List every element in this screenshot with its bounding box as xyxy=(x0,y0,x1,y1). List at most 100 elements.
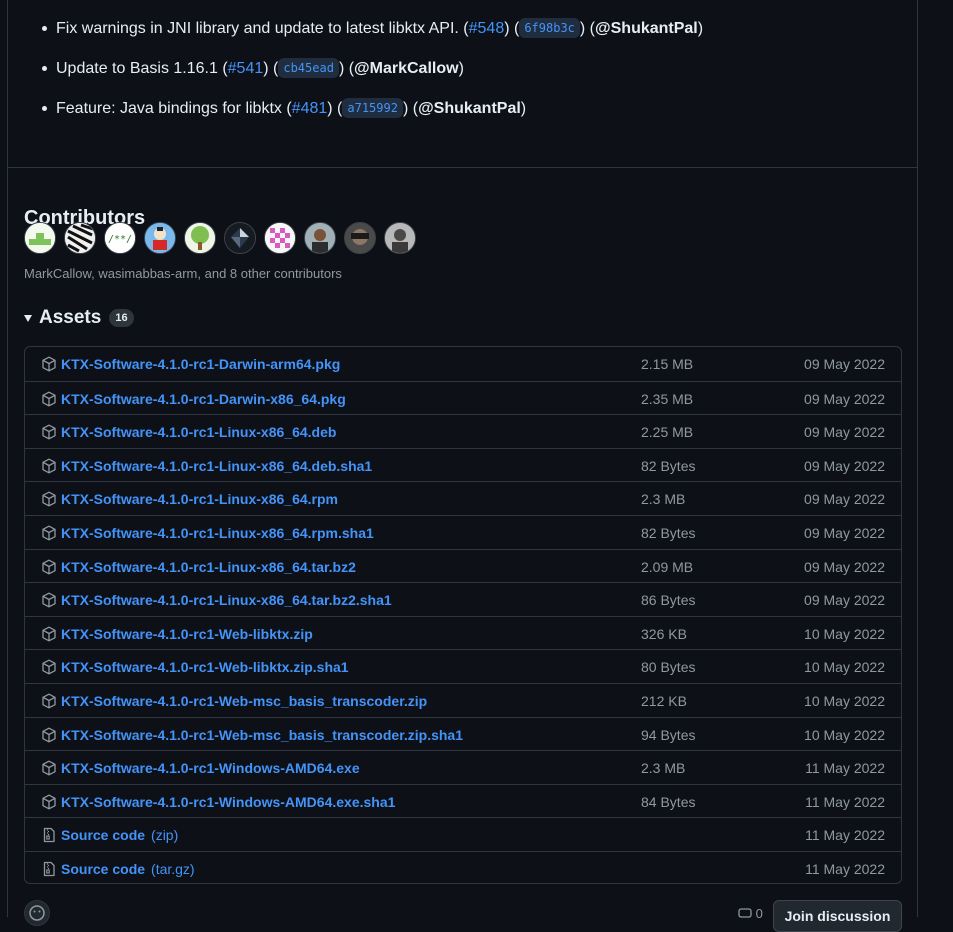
smiley-icon xyxy=(29,905,45,921)
package-icon xyxy=(41,659,57,675)
asset-extension: (tar.gz) xyxy=(151,860,195,877)
asset-download-link[interactable]: KTX-Software-4.1.0-rc1-Linux-x86_64.deb xyxy=(61,423,336,441)
asset-download-link[interactable]: Source code (zip) xyxy=(61,826,178,844)
asset-name: KTX-Software-4.1.0-rc1-Windows-AMD64.exe… xyxy=(61,793,396,810)
package-icon xyxy=(41,458,57,474)
assets-count-badge: 16 xyxy=(109,309,134,327)
avatar[interactable] xyxy=(304,222,336,254)
caret-down-icon xyxy=(24,314,32,322)
asset-size: 326 KB xyxy=(641,625,687,642)
asset-download-link[interactable]: KTX-Software-4.1.0-rc1-Web-msc_basis_tra… xyxy=(61,692,427,710)
author-mention[interactable]: @MarkCallow xyxy=(354,60,459,77)
asset-date: 09 May 2022 xyxy=(804,524,885,541)
asset-name: KTX-Software-4.1.0-rc1-Linux-x86_64.deb.… xyxy=(61,457,373,474)
asset-date: 09 May 2022 xyxy=(804,592,885,609)
release-note-item: Update to Basis 1.16.1 (#541) (cb45ead) … xyxy=(42,58,464,78)
asset-download-link[interactable]: KTX-Software-4.1.0-rc1-Linux-x86_64.rpm xyxy=(61,490,338,508)
note-text: Update to Basis 1.16.1 ( xyxy=(56,60,228,77)
asset-name: KTX-Software-4.1.0-rc1-Linux-x86_64.deb xyxy=(61,424,337,441)
avatar[interactable] xyxy=(224,222,256,254)
asset-download-link[interactable]: KTX-Software-4.1.0-rc1-Linux-x86_64.tar.… xyxy=(61,591,392,609)
release-notes: Fix warnings in JNI library and update t… xyxy=(8,0,918,168)
asset-download-link[interactable]: KTX-Software-4.1.0-rc1-Linux-x86_64.tar.… xyxy=(61,558,356,576)
asset-size: 2.25 MB xyxy=(641,424,694,441)
commit-sha[interactable]: a715992 xyxy=(342,98,403,118)
note-text: Fix warnings in JNI library and update t… xyxy=(56,20,469,37)
asset-row: KTX-Software-4.1.0-rc1-Linux-x86_64.tar.… xyxy=(25,548,901,583)
avatar[interactable]: /**/ xyxy=(104,222,136,254)
asset-name: KTX-Software-4.1.0-rc1-Linux-x86_64.rpm.… xyxy=(61,524,374,541)
join-discussion-button[interactable]: Join discussion xyxy=(773,900,902,932)
asset-size: 212 KB xyxy=(641,692,687,709)
asset-name: KTX-Software-4.1.0-rc1-Darwin-x86_64.pkg xyxy=(61,390,346,407)
asset-name: KTX-Software-4.1.0-rc1-Linux-x86_64.rpm xyxy=(61,491,338,508)
asset-row: KTX-Software-4.1.0-rc1-Web-msc_basis_tra… xyxy=(25,682,901,717)
asset-date: 09 May 2022 xyxy=(804,424,885,441)
avatar[interactable] xyxy=(64,222,96,254)
assets-heading: Assets xyxy=(39,307,102,328)
asset-download-link[interactable]: KTX-Software-4.1.0-rc1-Web-libktx.zip xyxy=(61,625,313,643)
asset-download-link[interactable]: KTX-Software-4.1.0-rc1-Linux-x86_64.rpm.… xyxy=(61,524,374,542)
asset-download-link[interactable]: KTX-Software-4.1.0-rc1-Web-libktx.zip.sh… xyxy=(61,658,349,676)
asset-size: 82 Bytes xyxy=(641,524,696,541)
author-mention[interactable]: @ShukantPal xyxy=(595,20,698,37)
asset-download-link[interactable]: KTX-Software-4.1.0-rc1-Windows-AMD64.exe… xyxy=(61,793,395,811)
author-mention[interactable]: @ShukantPal xyxy=(418,100,521,117)
package-icon xyxy=(41,592,57,608)
commit-sha[interactable]: 6f98b3c xyxy=(519,18,580,38)
asset-row: KTX-Software-4.1.0-rc1-Darwin-x86_64.pkg… xyxy=(25,380,901,415)
asset-name: KTX-Software-4.1.0-rc1-Web-libktx.zip.sh… xyxy=(61,659,349,676)
contributors-summary: MarkCallow, wasimabbas-arm, and 8 other … xyxy=(24,266,342,281)
package-icon xyxy=(41,727,57,743)
asset-download-link[interactable]: KTX-Software-4.1.0-rc1-Windows-AMD64.exe xyxy=(61,759,360,777)
asset-date: 11 May 2022 xyxy=(805,793,885,810)
comment-icon xyxy=(738,908,752,918)
asset-date: 11 May 2022 xyxy=(805,760,885,777)
avatar[interactable] xyxy=(384,222,416,254)
asset-download-link[interactable]: KTX-Software-4.1.0-rc1-Darwin-arm64.pkg xyxy=(61,355,340,373)
asset-date: 11 May 2022 xyxy=(805,860,885,877)
release-note-item: Feature: Java bindings for libktx (#481)… xyxy=(41,98,527,118)
asset-size: 80 Bytes xyxy=(641,659,696,676)
asset-date: 10 May 2022 xyxy=(804,625,885,642)
pr-link[interactable]: #548 xyxy=(469,20,505,37)
asset-name: KTX-Software-4.1.0-rc1-Linux-x86_64.tar.… xyxy=(61,592,392,609)
package-icon xyxy=(41,356,57,372)
asset-size: 2.35 MB xyxy=(641,390,694,407)
asset-date: 09 May 2022 xyxy=(804,558,885,575)
avatar[interactable] xyxy=(344,222,376,254)
file-zip-icon xyxy=(41,861,57,877)
asset-date: 09 May 2022 xyxy=(804,491,885,508)
package-icon xyxy=(41,794,57,810)
asset-size: 84 Bytes xyxy=(641,793,696,810)
avatar[interactable] xyxy=(264,222,296,254)
assets-toggle[interactable]: Assets 16 xyxy=(24,305,134,331)
asset-date: 09 May 2022 xyxy=(804,390,885,407)
comment-count: 0 xyxy=(738,906,763,921)
asset-download-link[interactable]: KTX-Software-4.1.0-rc1-Web-msc_basis_tra… xyxy=(61,726,463,744)
pr-link[interactable]: #481 xyxy=(292,100,328,117)
asset-download-link[interactable]: KTX-Software-4.1.0-rc1-Darwin-x86_64.pkg xyxy=(61,390,346,408)
avatar[interactable] xyxy=(184,222,216,254)
asset-name: Source code xyxy=(61,827,146,844)
asset-row: KTX-Software-4.1.0-rc1-Web-msc_basis_tra… xyxy=(25,716,901,751)
package-icon xyxy=(41,693,57,709)
asset-size: 2.3 MB xyxy=(641,760,686,777)
commit-sha[interactable]: cb45ead xyxy=(278,58,339,78)
asset-row: Source code (tar.gz) 11 May 2022 xyxy=(25,850,901,883)
asset-download-link[interactable]: KTX-Software-4.1.0-rc1-Linux-x86_64.deb.… xyxy=(61,457,372,475)
asset-size: 94 Bytes xyxy=(641,726,696,743)
pr-link[interactable]: #541 xyxy=(228,60,264,77)
asset-name: KTX-Software-4.1.0-rc1-Windows-AMD64.exe xyxy=(61,760,360,777)
asset-row: KTX-Software-4.1.0-rc1-Linux-x86_64.rpm 2… xyxy=(25,481,901,515)
asset-name: KTX-Software-4.1.0-rc1-Linux-x86_64.tar.… xyxy=(61,558,356,575)
asset-row: KTX-Software-4.1.0-rc1-Linux-x86_64.deb.… xyxy=(25,447,901,482)
asset-row: KTX-Software-4.1.0-rc1-Web-libktx.zip 326… xyxy=(25,615,901,650)
avatar[interactable] xyxy=(24,222,56,254)
asset-row: KTX-Software-4.1.0-rc1-Linux-x86_64.rpm.… xyxy=(25,514,901,549)
asset-download-link[interactable]: Source code (tar.gz) xyxy=(61,860,195,878)
assets-list: KTX-Software-4.1.0-rc1-Darwin-arm64.pkg 2… xyxy=(24,346,902,884)
add-reaction-button[interactable] xyxy=(24,900,50,926)
asset-size: 2.3 MB xyxy=(641,491,686,508)
avatar[interactable] xyxy=(144,222,176,254)
